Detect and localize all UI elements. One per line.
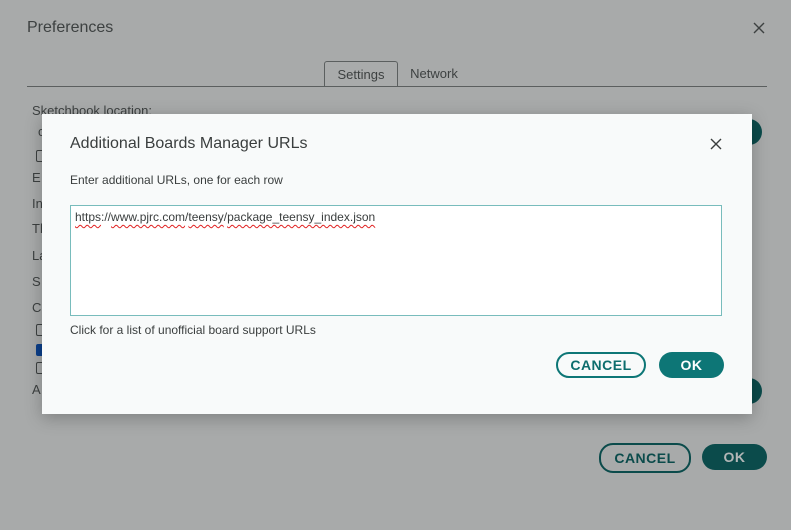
- option-label-c: C: [32, 300, 42, 315]
- close-icon[interactable]: [708, 136, 724, 152]
- preferences-ok-button[interactable]: OK: [702, 444, 767, 470]
- url-part: package_teensy_index.json: [227, 210, 376, 224]
- ok-button[interactable]: OK: [659, 352, 724, 378]
- additional-urls-dialog: Additional Boards Manager URLs Enter add…: [42, 114, 752, 414]
- preferences-title: Preferences: [27, 19, 114, 36]
- url-part: teensy: [188, 210, 224, 224]
- dialog-description: Enter additional URLs, one for each row: [70, 173, 283, 187]
- tab-settings[interactable]: Settings: [324, 61, 398, 87]
- url-part: ://: [101, 210, 112, 224]
- url-line: https://www.pjrc.com/teensy/package_teen…: [75, 210, 375, 224]
- option-label-s: S: [32, 274, 41, 289]
- option-label-a: A: [32, 382, 41, 397]
- urls-textarea[interactable]: https://www.pjrc.com/teensy/package_teen…: [70, 205, 722, 316]
- url-part: www.pjrc.com: [111, 210, 186, 224]
- preferences-cancel-button[interactable]: CANCEL: [599, 443, 691, 473]
- close-icon[interactable]: [751, 20, 767, 36]
- dialog-title: Additional Boards Manager URLs: [70, 135, 308, 152]
- url-part: https: [75, 210, 102, 224]
- unofficial-urls-link[interactable]: Click for a list of unofficial board sup…: [70, 323, 316, 337]
- tab-divider: [27, 86, 767, 87]
- cancel-button[interactable]: CANCEL: [556, 352, 646, 378]
- option-label-e: E: [32, 170, 41, 185]
- tab-network[interactable]: Network: [403, 61, 465, 86]
